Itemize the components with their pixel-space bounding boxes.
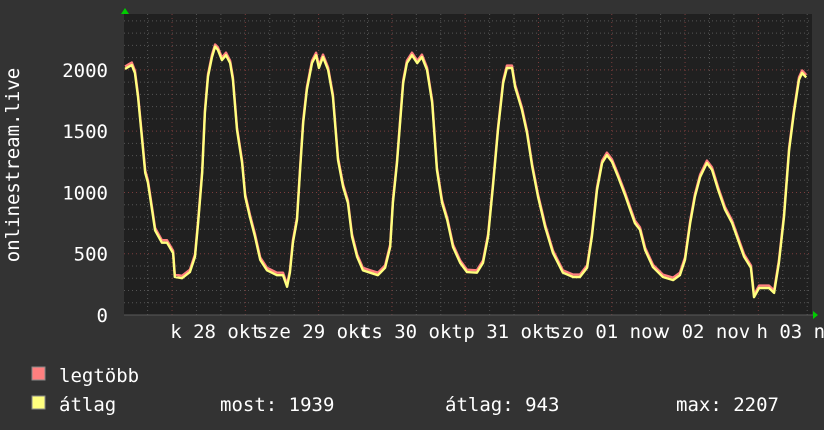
y-tick-label: 2000	[62, 60, 108, 82]
y-axis: 0 500 1000 1500 2000	[62, 60, 108, 327]
legend-label-max: legtöbb	[59, 365, 139, 387]
y-axis-arrow-icon	[121, 8, 129, 14]
x-tick-label: h 03 nov	[756, 321, 824, 343]
x-tick-label: v 02 nov	[659, 321, 751, 343]
x-tick-label: cs 30 okt	[360, 321, 463, 343]
legend-swatch-avg	[31, 395, 46, 410]
y-tick-label: 1000	[62, 182, 108, 204]
y-tick-label: 500	[74, 244, 108, 266]
legend-swatch-max	[31, 366, 46, 381]
x-tick-label: sze 29 okt	[257, 321, 371, 343]
y-tick-label: 1500	[62, 121, 108, 143]
x-tick-label: k 28 okt	[170, 321, 262, 343]
legend-label-avg: átlag	[59, 394, 116, 416]
chart: 0 500 1000 1500 2000 k 28 oktsze 29 oktcs 30…	[2, 8, 824, 416]
chart-container: 0 500 1000 1500 2000 k 28 okt sze 29 okt cs 30…	[0, 0, 824, 430]
x-tick-label: p 31 okt	[463, 321, 555, 343]
x-axis-arrow-icon	[813, 311, 818, 319]
y-tick-label: 0	[97, 305, 108, 327]
legend-max-value: max: 2207	[676, 394, 779, 416]
y-axis-label: onlinestream.live	[2, 68, 24, 262]
x-axis: k 28 oktsze 29 oktcs 30 okt p 31 oktszo 0…	[170, 321, 824, 343]
legend: legtöbb átlag most: 1939 átlag: 943 max:…	[31, 365, 779, 416]
x-tick-label: szo 01 nov	[550, 321, 664, 343]
legend-average-value: átlag: 943	[445, 394, 559, 416]
legend-current-value: most: 1939	[220, 394, 334, 416]
